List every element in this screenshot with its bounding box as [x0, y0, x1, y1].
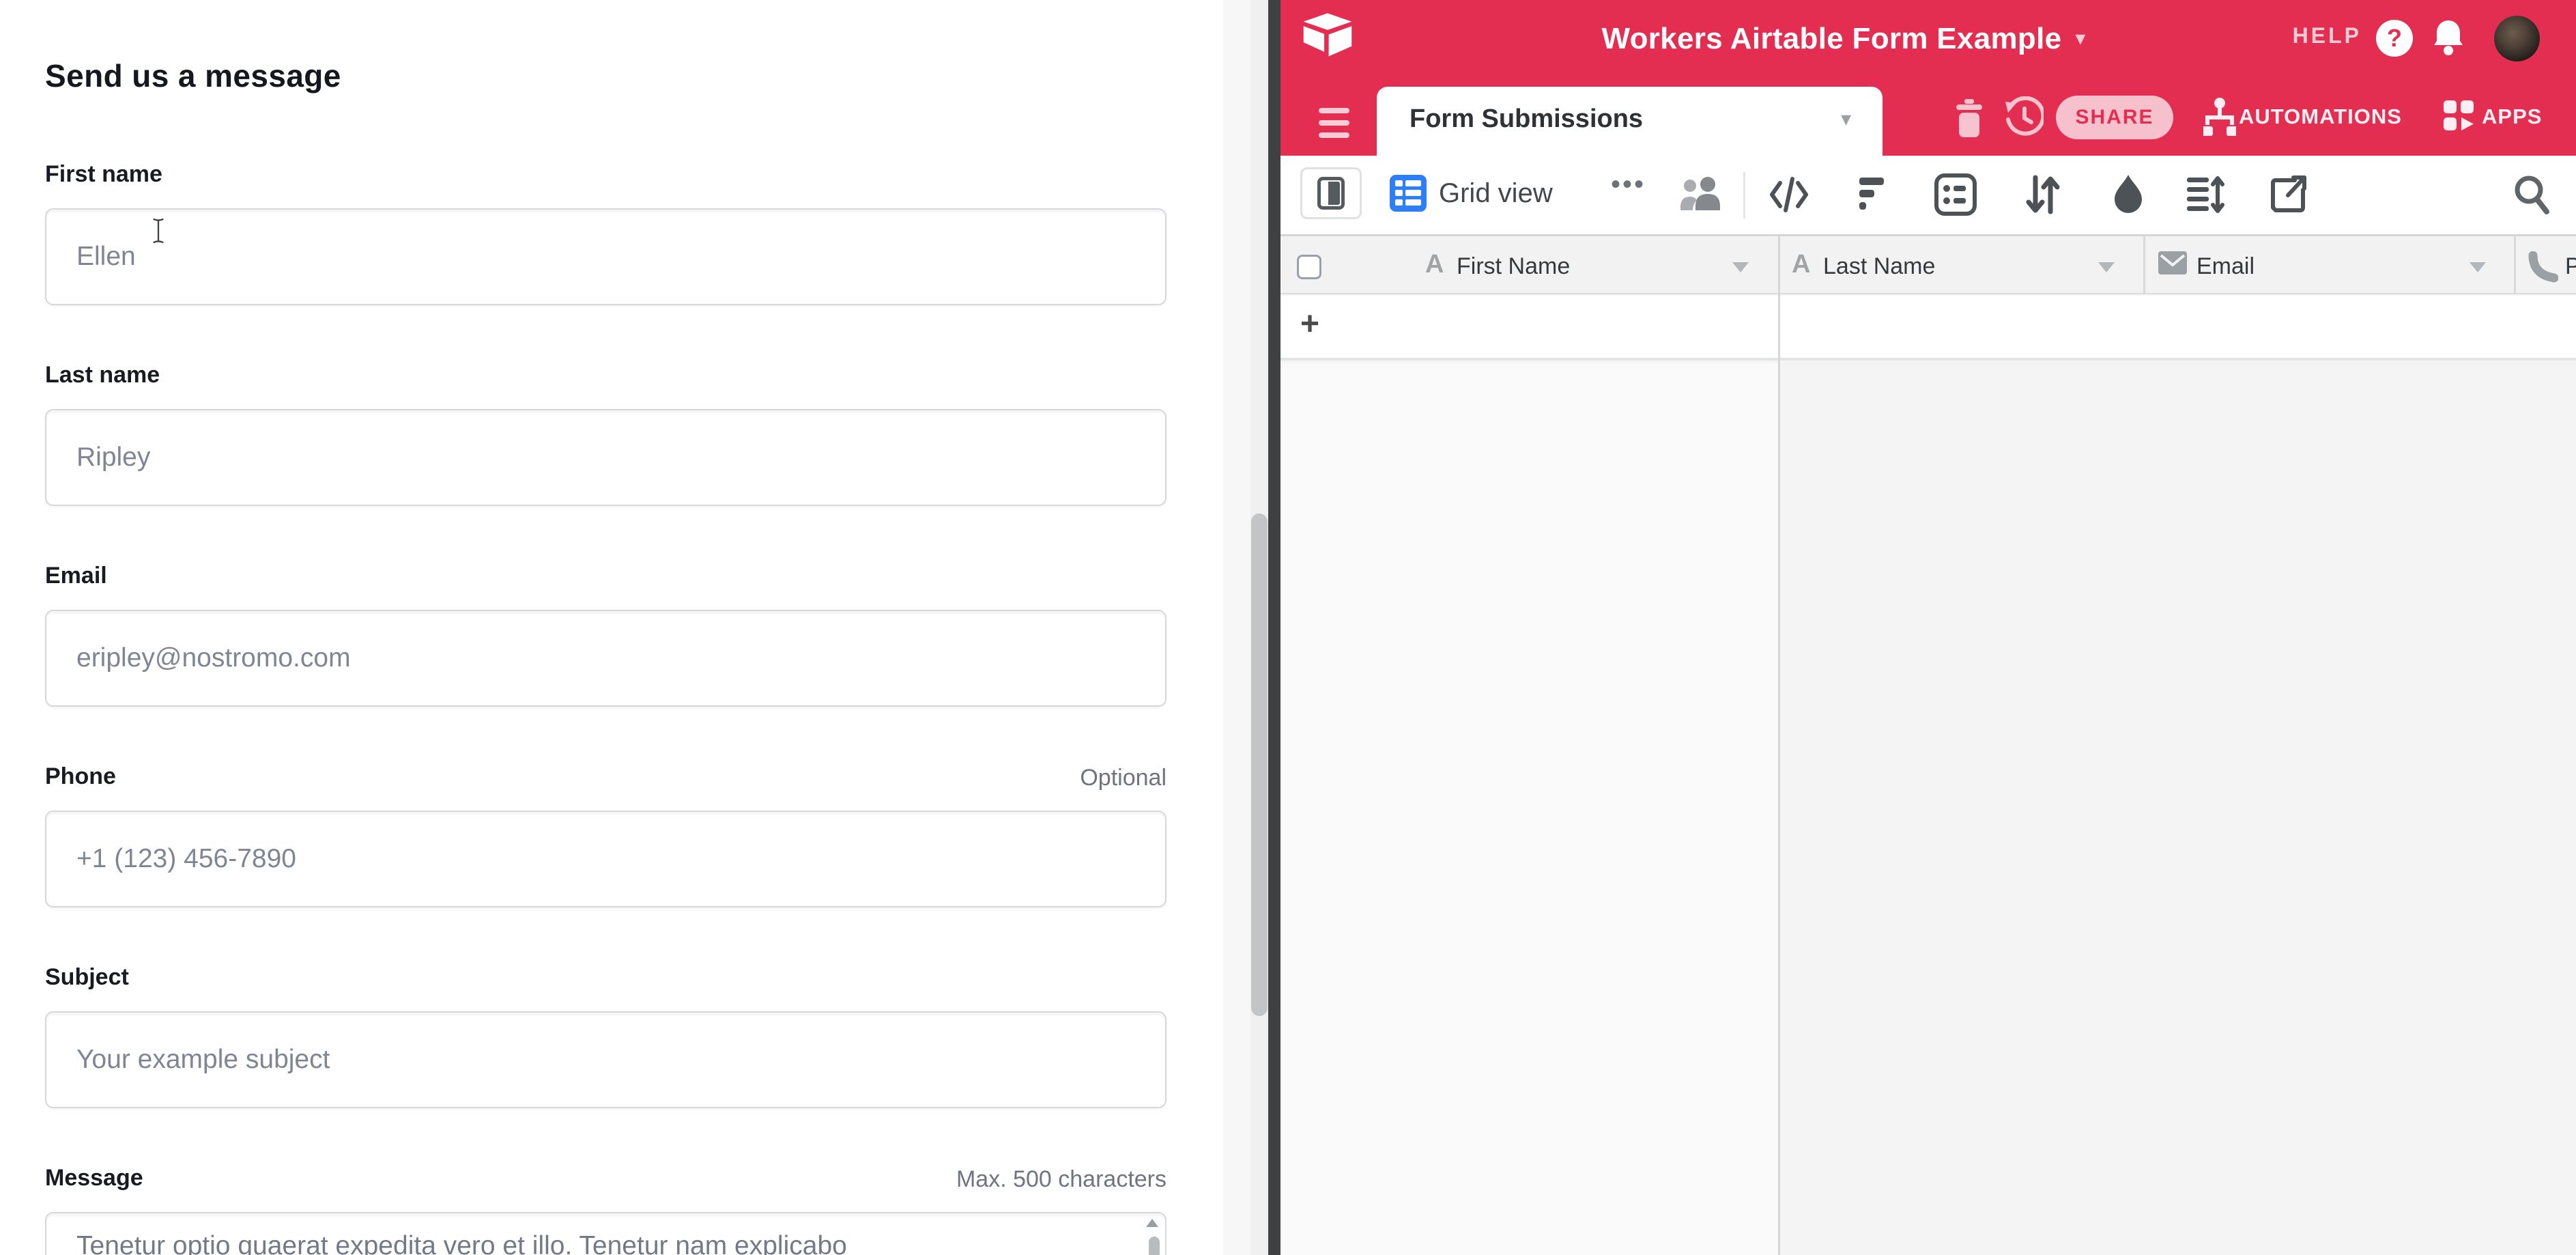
automations-button[interactable]: AUTOMATIONS — [2239, 104, 2402, 129]
search-icon[interactable] — [2513, 173, 2551, 214]
color-icon[interactable] — [2110, 173, 2146, 216]
table-tab-label: Form Submissions — [1409, 104, 1643, 134]
grid-view-icon — [1390, 175, 1427, 212]
user-avatar[interactable] — [2494, 16, 2540, 61]
contact-form-pane: Send us a message First name Ellen Last … — [0, 0, 1223, 1255]
message-text: Tenetur optio quaerat expedita vero et i… — [76, 1231, 1114, 1255]
airtable-tabbar: Form Submissions ▾ SHARE — [1280, 77, 2576, 156]
column-caret-icon[interactable] — [2470, 262, 2486, 272]
window-divider — [1268, 0, 1280, 1255]
airtable-pane: Workers Airtable Form Example ▾ HELP ? F… — [1280, 0, 2576, 1255]
subject-input[interactable]: Your example subject — [45, 1011, 1167, 1108]
column-header-first-name[interactable]: First Name — [1457, 253, 1570, 280]
screen: Send us a message First name Ellen Last … — [0, 0, 2576, 1255]
apps-button[interactable]: APPS — [2482, 104, 2542, 129]
column-caret-icon[interactable] — [2098, 262, 2115, 272]
form-pane-gutter — [1223, 0, 1250, 1255]
view-options-ellipsis-icon[interactable]: ••• — [1611, 169, 1646, 200]
message-scrollbar[interactable] — [1146, 1217, 1160, 1255]
column-caret-icon[interactable] — [1732, 262, 1749, 272]
filter-icon[interactable] — [1858, 173, 1888, 216]
view-toolbar: Grid view ••• — [1280, 156, 2576, 234]
help-button[interactable]: HELP — [2293, 23, 2362, 48]
text-field-type-icon: A — [1425, 250, 1444, 279]
column-separator[interactable] — [2514, 234, 2516, 294]
base-title-caret-icon: ▾ — [2075, 27, 2085, 51]
grid-empty-area-frozen — [1280, 363, 1779, 1255]
text-cursor-icon — [152, 216, 165, 246]
phone-input[interactable]: +1 (123) 456-7890 — [45, 810, 1167, 907]
history-icon[interactable] — [2003, 96, 2044, 137]
base-title-group[interactable]: Workers Airtable Form Example ▾ — [1280, 0, 2407, 77]
message-textarea[interactable]: Tenetur optio quaerat expedita vero et i… — [45, 1212, 1167, 1255]
frozen-column-separator[interactable] — [1778, 234, 1780, 1255]
column-header-last-name[interactable]: Last Name — [1823, 253, 1935, 280]
collaborators-icon[interactable] — [1676, 173, 1724, 216]
scroll-up-arrow-icon[interactable] — [1146, 1219, 1158, 1227]
column-separator[interactable] — [2143, 234, 2145, 294]
first-name-label: First name — [45, 161, 162, 188]
column-header-phone[interactable]: Phone — [2565, 253, 2576, 280]
subject-label: Subject — [45, 964, 129, 991]
grid-header-row: A First Name A Last Name Email Phone — [1280, 234, 2576, 294]
table-tab-caret-icon: ▾ — [1841, 107, 1851, 131]
help-question-icon[interactable]: ? — [2376, 20, 2413, 57]
base-title: Workers Airtable Form Example — [1602, 22, 2062, 56]
automations-icon[interactable] — [2203, 98, 2236, 136]
share-button[interactable]: SHARE — [2056, 96, 2173, 139]
share-view-icon[interactable] — [2269, 173, 2308, 216]
message-scrollbar-thumb[interactable] — [1149, 1237, 1160, 1255]
row-height-icon[interactable] — [2186, 173, 2225, 216]
form-title: Send us a message — [45, 57, 341, 94]
message-maxchars-note: Max. 500 characters — [956, 1166, 1167, 1193]
toolbar-divider — [1743, 172, 1745, 218]
add-row[interactable]: + — [1280, 296, 2576, 361]
menu-hamburger-icon[interactable] — [1319, 108, 1349, 145]
email-label: Email — [45, 563, 107, 589]
view-sidebar-toggle-button[interactable] — [1300, 167, 1362, 219]
email-input[interactable]: eripley@nostromo.com — [45, 610, 1167, 707]
text-field-type-icon: A — [1792, 250, 1810, 279]
notifications-bell-icon[interactable] — [2433, 19, 2464, 56]
last-name-input[interactable]: Ripley — [45, 409, 1167, 506]
last-name-placeholder: Ripley — [76, 442, 150, 473]
group-icon[interactable] — [1934, 173, 1977, 216]
sort-icon[interactable] — [2024, 173, 2060, 216]
sidebar-toggle-icon — [1317, 177, 1345, 210]
email-field-type-icon — [2158, 251, 2187, 274]
share-label: SHARE — [2075, 106, 2153, 129]
last-name-label: Last name — [45, 362, 160, 389]
view-name[interactable]: Grid view — [1439, 178, 1553, 209]
message-label: Message — [45, 1165, 143, 1191]
phone-label: Phone — [45, 763, 116, 790]
apps-icon[interactable] — [2442, 99, 2475, 133]
select-all-checkbox[interactable] — [1297, 255, 1321, 279]
hide-fields-icon[interactable] — [1769, 173, 1809, 216]
email-placeholder: eripley@nostromo.com — [76, 643, 351, 673]
trash-icon[interactable] — [1954, 99, 1985, 137]
first-name-placeholder: Ellen — [76, 242, 136, 272]
column-header-email[interactable]: Email — [2196, 253, 2255, 280]
first-name-input[interactable]: Ellen — [45, 208, 1167, 305]
subject-placeholder: Your example subject — [76, 1045, 330, 1075]
table-tab-form-submissions[interactable]: Form Submissions ▾ — [1377, 87, 1883, 156]
page-scrollbar-thumb[interactable] — [1251, 513, 1268, 1016]
phone-optional-note: Optional — [1080, 765, 1167, 791]
phone-placeholder: +1 (123) 456-7890 — [76, 844, 296, 874]
phone-field-type-icon — [2527, 251, 2558, 283]
add-row-plus-icon[interactable]: + — [1300, 305, 1319, 343]
airtable-topbar: Workers Airtable Form Example ▾ HELP ? — [1280, 0, 2576, 77]
